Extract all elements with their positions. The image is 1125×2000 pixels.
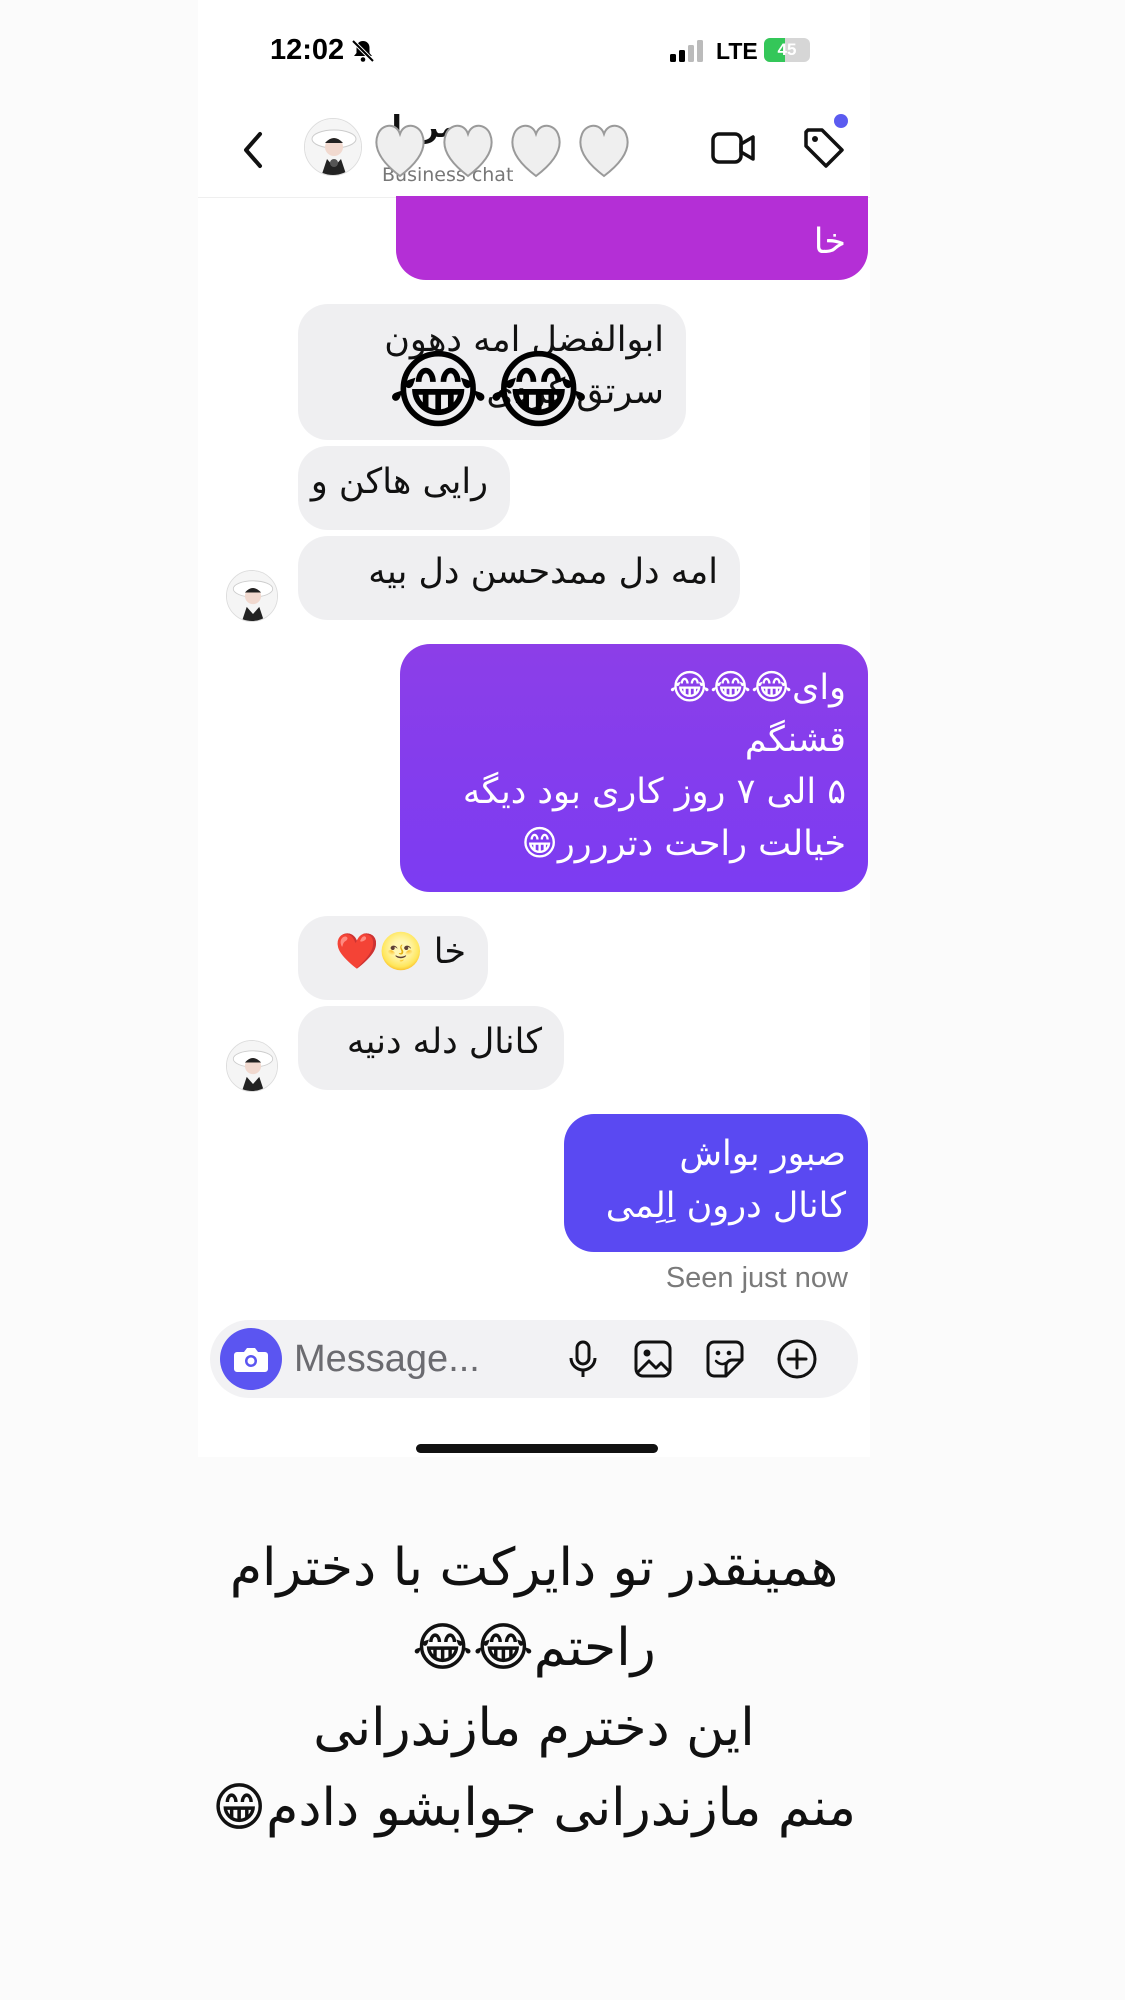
bell-slash-icon <box>351 39 375 63</box>
status-time: 12:02 <box>270 34 345 66</box>
back-chevron-icon[interactable] <box>238 128 268 172</box>
heart-stickers-overlay <box>375 124 629 178</box>
avatar-image <box>227 571 277 621</box>
laugh-stickers-overlay: 😂😂 <box>388 341 589 441</box>
caption-line: منم مازندرانی جوابشو دادم😁 <box>211 1778 857 1838</box>
message-line: قشنگم <box>744 720 846 760</box>
message-line: ۵ الی ۷ روز کاری بود دیگه <box>462 772 846 812</box>
message-in-3[interactable]: امه دل ممدحسن دل بیه <box>298 536 740 620</box>
message-line: خیالت راحت دترررر😁 <box>521 824 846 864</box>
seen-status: Seen just now <box>665 1262 848 1294</box>
signal-icon <box>670 40 703 62</box>
camera-button[interactable] <box>220 1328 282 1390</box>
caption-text: همینقدر تو دایرکت با دخترام راحتم😂😂 این … <box>198 1528 870 1848</box>
message-composer <box>210 1320 858 1398</box>
message-line: رایی هاکن و <box>310 462 488 502</box>
sticker-icon[interactable] <box>704 1338 746 1380</box>
phone-screen: 12:02 LTE 45 Business chat خا ابوالفضل ا… <box>198 0 870 1457</box>
message-in-4[interactable]: خا 🌝❤️ <box>298 916 488 1000</box>
message-line: امه دل ممدحسن دل بیه <box>368 552 718 592</box>
sender-avatar[interactable] <box>226 1040 278 1092</box>
message-in-5[interactable]: کانال دله دنیه <box>298 1006 564 1090</box>
avatar-image <box>305 119 361 175</box>
home-indicator[interactable] <box>416 1444 658 1453</box>
gallery-icon[interactable] <box>632 1338 674 1380</box>
tag-icon[interactable] <box>802 124 846 170</box>
plus-circle-icon[interactable] <box>776 1338 818 1380</box>
message-out-partial[interactable]: خا <box>396 196 868 280</box>
sender-avatar[interactable] <box>226 570 278 622</box>
message-line: خا 🌝❤️ <box>335 932 466 972</box>
notification-dot <box>834 114 848 128</box>
microphone-icon[interactable] <box>562 1338 604 1380</box>
network-type: LTE <box>716 38 758 64</box>
battery-level: 45 <box>777 40 797 59</box>
video-call-icon[interactable] <box>710 128 756 168</box>
message-line: خا <box>813 222 846 262</box>
caption-line: راحتم😂😂 <box>412 1618 656 1678</box>
avatar-image <box>227 1041 277 1091</box>
message-in-2[interactable]: رایی هاکن و <box>298 446 510 530</box>
message-line: صبور بواش <box>679 1134 846 1174</box>
message-out-2[interactable]: صبور بواش کانال درون اِلِمی <box>564 1114 868 1252</box>
chat-header: مرمل Business chat <box>198 100 870 198</box>
contact-avatar[interactable] <box>304 118 362 176</box>
caption-line: این دخترم مازندرانی <box>313 1698 755 1758</box>
message-line: کانال درون اِلِمی <box>605 1186 846 1226</box>
message-out-1[interactable]: وای😂😂😂 قشنگم ۵ الی ۷ روز کاری بود دیگه خ… <box>400 644 868 892</box>
battery-icon: 45 <box>764 38 810 62</box>
status-bar: 12:02 LTE 45 <box>198 0 870 100</box>
caption-line: همینقدر تو دایرکت با دخترام <box>229 1538 839 1598</box>
message-input[interactable] <box>294 1332 554 1386</box>
camera-icon <box>234 1348 268 1372</box>
message-line: وای😂😂😂 <box>669 668 846 708</box>
message-line: کانال دله دنیه <box>346 1022 542 1062</box>
